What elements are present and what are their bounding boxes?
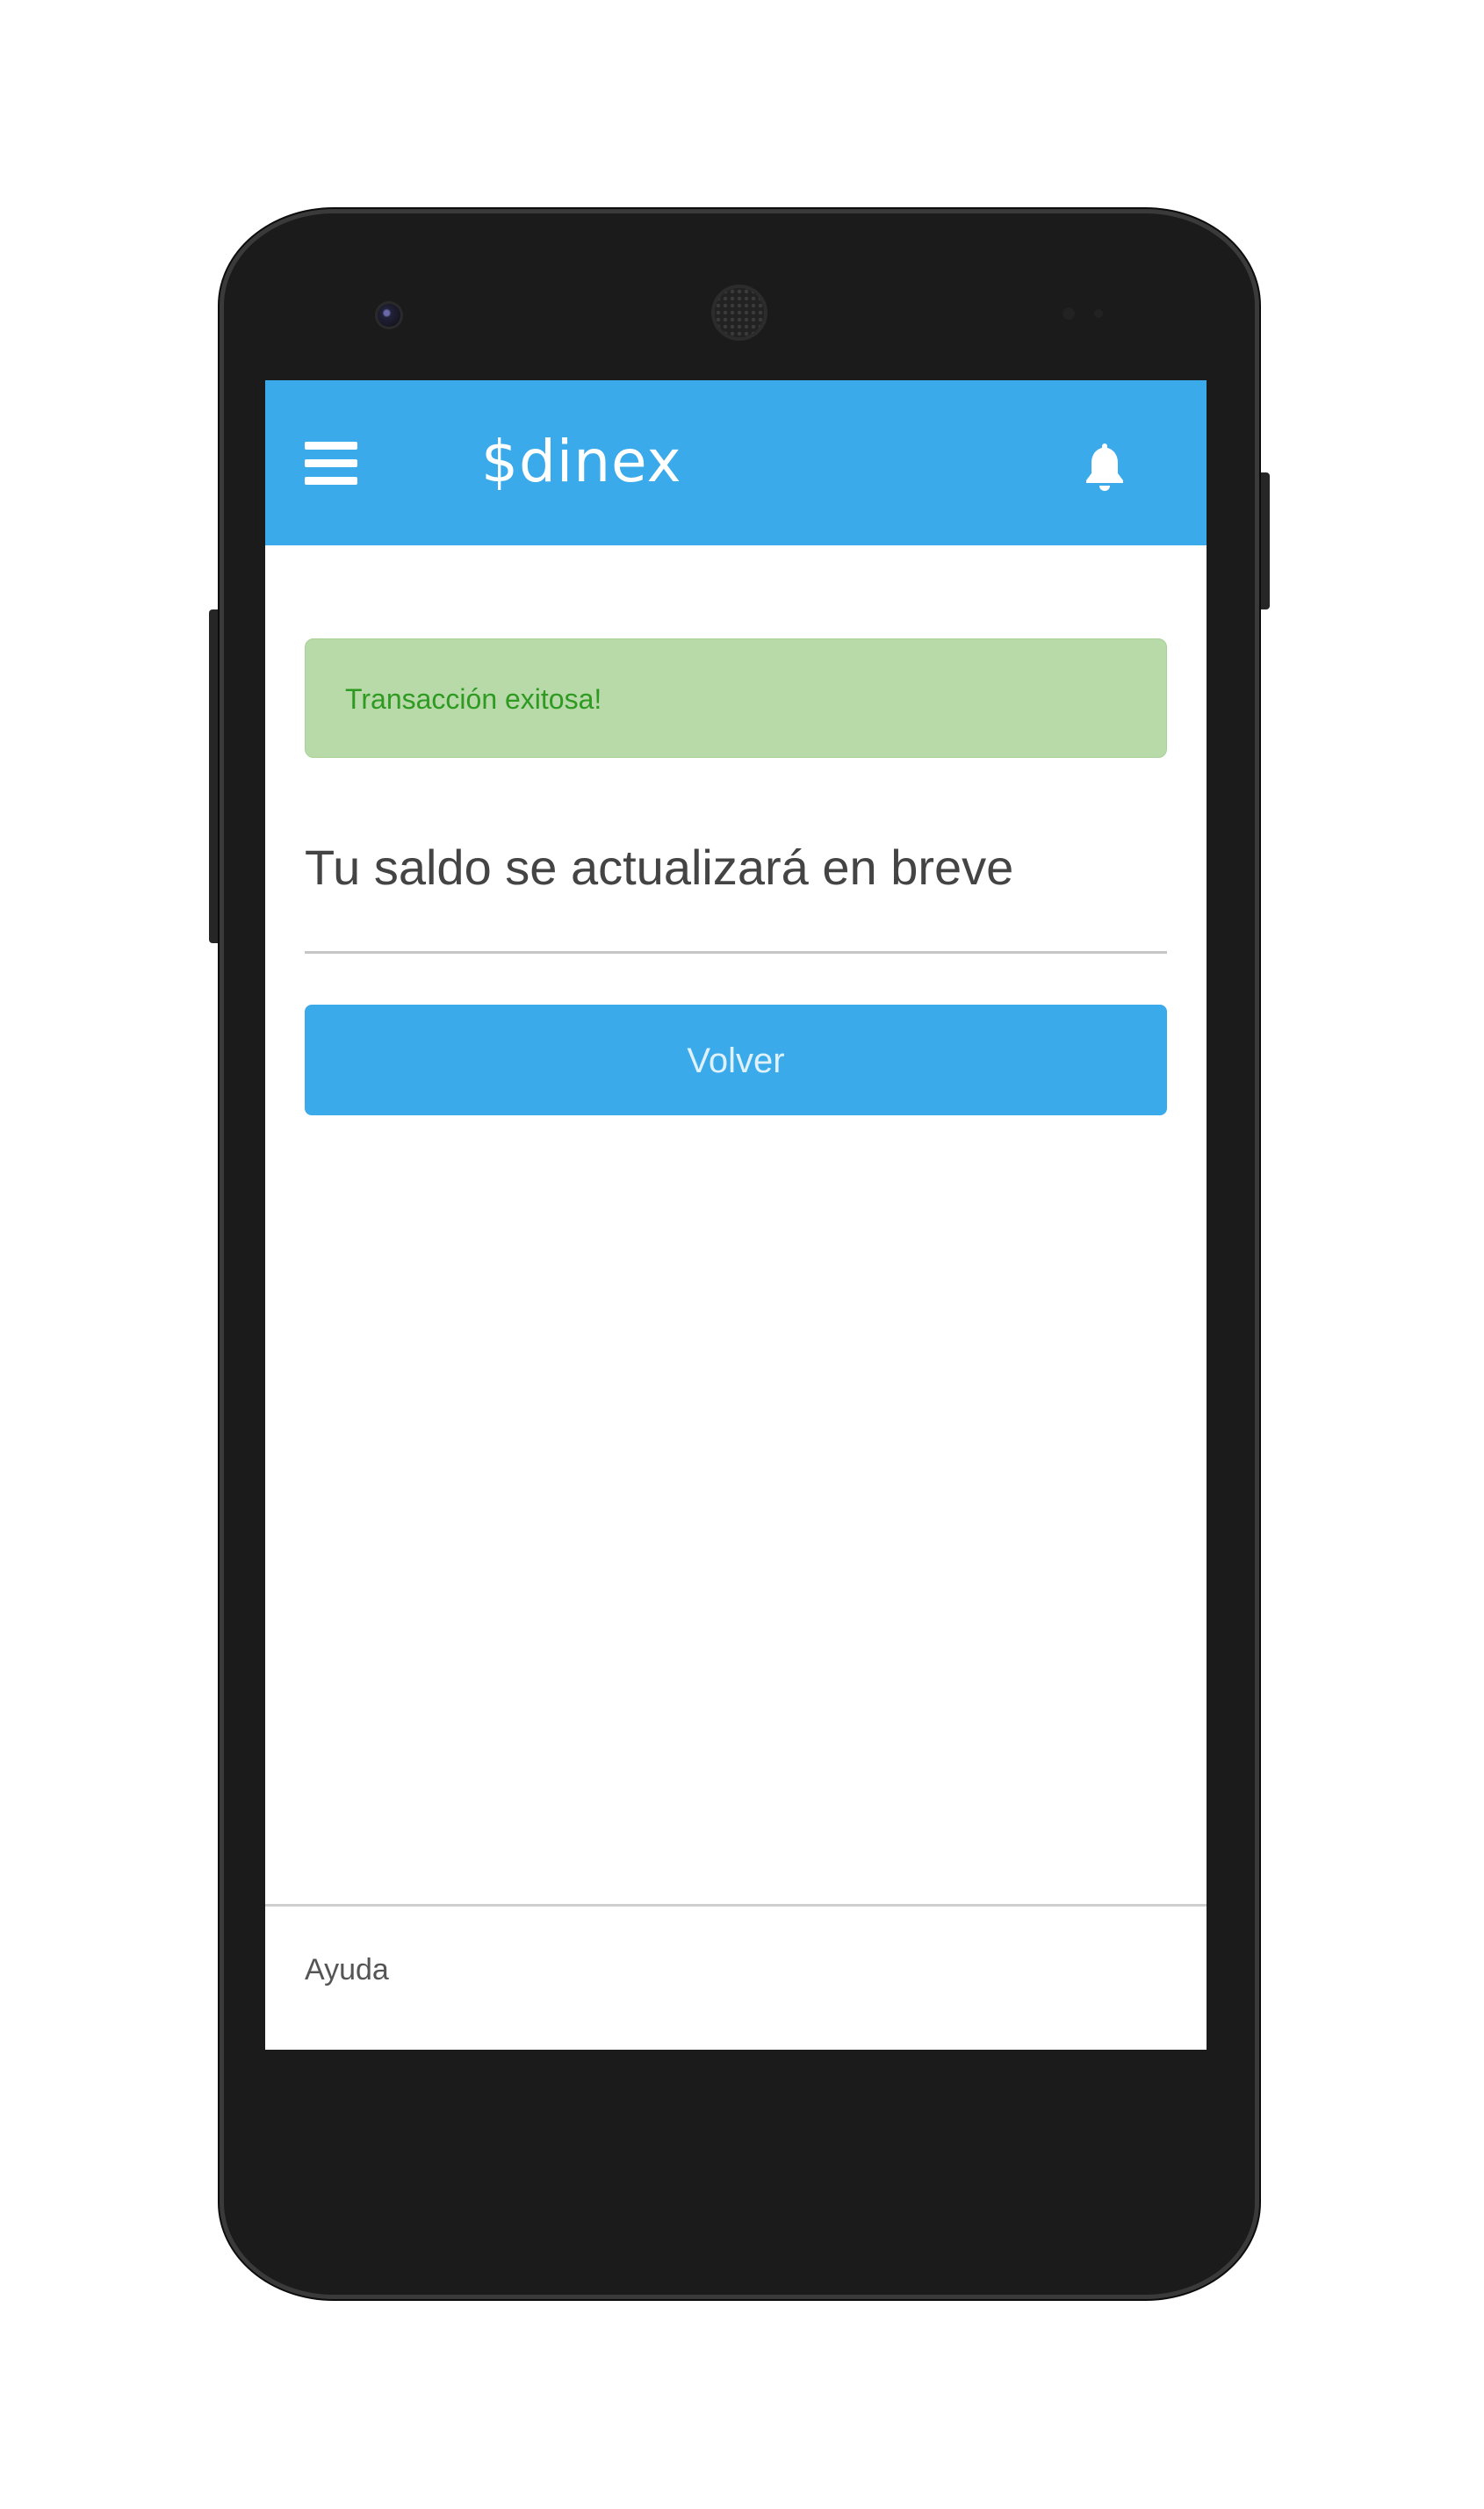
power-button (1257, 472, 1270, 609)
back-button[interactable]: Volver (305, 1005, 1167, 1115)
app-logo: $dinex (481, 428, 682, 495)
app-header: $dinex (265, 380, 1207, 545)
balance-update-notice: Tu saldo se actualizará en breve (305, 840, 1014, 895)
earpiece-speaker-icon (715, 288, 764, 337)
hamburger-menu-icon[interactable] (305, 442, 357, 486)
footer-divider (265, 1904, 1207, 1907)
device-mockup: $dinex Transacción exitosa! Tu saldo se … (0, 0, 1484, 2509)
success-alert-message: Transacción exitosa! (345, 683, 602, 715)
proximity-sensor (1063, 307, 1075, 320)
app-screen: $dinex Transacción exitosa! Tu saldo se … (265, 380, 1207, 2050)
light-sensor (1094, 309, 1103, 318)
help-link[interactable]: Ayuda (305, 1943, 389, 1996)
front-camera-icon (378, 304, 400, 327)
success-alert: Transacción exitosa! (305, 638, 1167, 758)
bell-icon[interactable] (1080, 440, 1129, 493)
divider (305, 951, 1167, 954)
